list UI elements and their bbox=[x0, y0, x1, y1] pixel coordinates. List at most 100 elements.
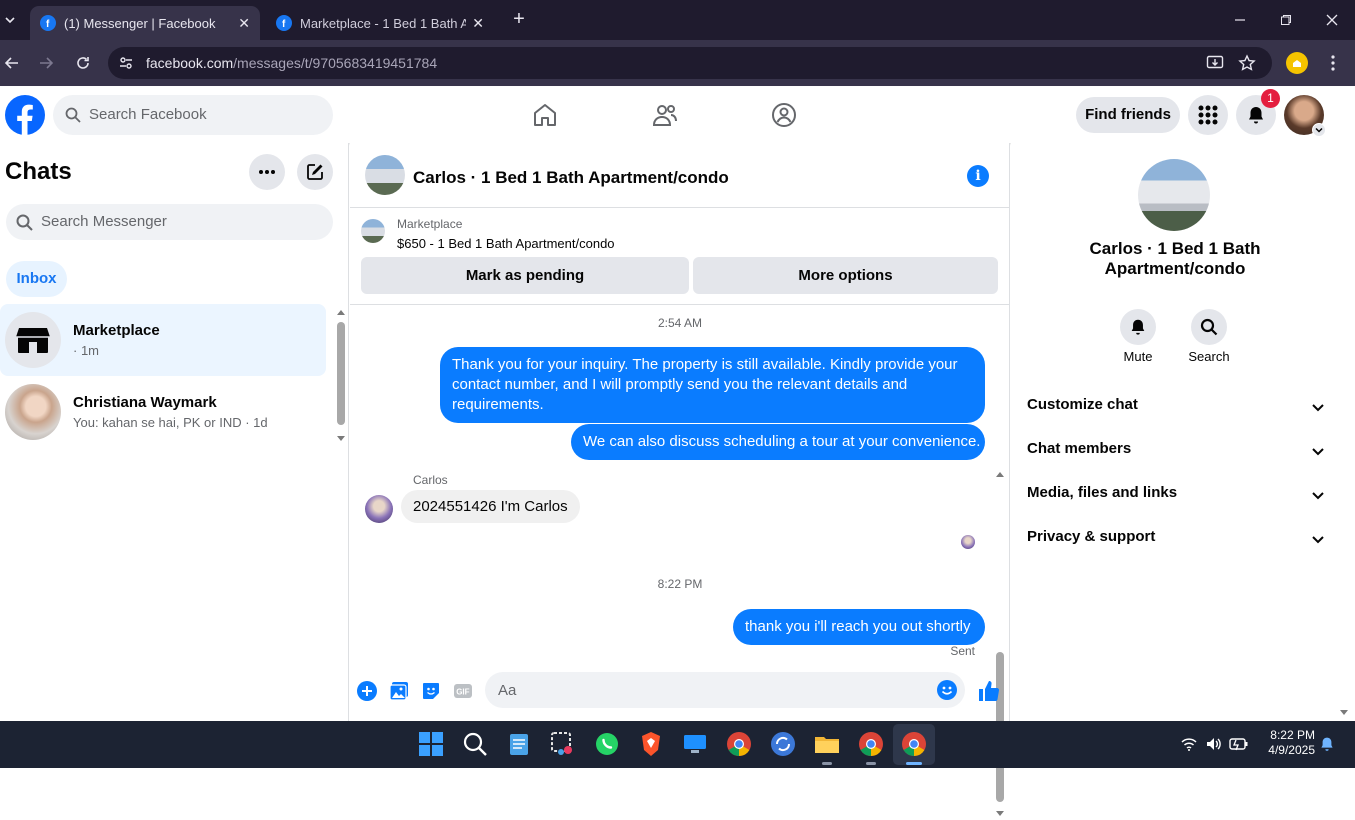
more-options-button[interactable]: More options bbox=[693, 257, 998, 294]
friends-icon[interactable] bbox=[651, 101, 679, 129]
messenger-search-input[interactable]: Search Messenger bbox=[6, 204, 333, 240]
outgoing-message[interactable]: thank you i'll reach you out shortly bbox=[733, 609, 985, 645]
message-input[interactable]: Aa bbox=[485, 672, 965, 708]
listing-large-avatar[interactable] bbox=[1138, 159, 1210, 231]
brave-browser-icon[interactable] bbox=[637, 730, 665, 758]
sticker-icon[interactable] bbox=[421, 681, 441, 701]
close-tab-icon[interactable]: ✕ bbox=[238, 15, 250, 32]
marketplace-store-icon bbox=[5, 312, 61, 368]
windows-start-icon[interactable] bbox=[417, 730, 445, 758]
chat-name: Marketplace bbox=[73, 322, 160, 339]
chat-item-christiana-waymark[interactable]: Christiana Waymark You: kahan se hai, PK… bbox=[0, 376, 326, 448]
listing-price-title[interactable]: $650 - 1 Bed 1 Bath Apartment/condo bbox=[397, 236, 615, 251]
browser-tab-marketplace[interactable]: f Marketplace - 1 Bed 1 Bath Apa ✕ bbox=[266, 6, 494, 40]
bookmark-star-icon[interactable] bbox=[1238, 54, 1256, 72]
site-settings-icon[interactable] bbox=[118, 55, 134, 71]
chrome-profile-icon[interactable] bbox=[857, 730, 885, 758]
like-thumbs-up-icon[interactable] bbox=[977, 679, 1001, 703]
new-message-button[interactable] bbox=[297, 154, 333, 190]
running-indicator bbox=[822, 762, 832, 765]
page-scrollbar-arrow[interactable] bbox=[1339, 693, 1349, 721]
find-friends-button[interactable]: Find friends bbox=[1076, 97, 1180, 133]
svg-text:f: f bbox=[46, 19, 50, 28]
chevron-down-icon bbox=[1311, 444, 1325, 458]
facebook-favicon-icon: f bbox=[40, 15, 56, 31]
chat-members-section[interactable]: Chat members bbox=[1027, 440, 1327, 468]
back-icon[interactable] bbox=[0, 51, 24, 75]
conversation-details-panel: Carlos · 1 Bed 1 Bath Apartment/condo Mu… bbox=[1011, 143, 1355, 721]
message-thread: 2:54 AM Thank you for your inquiry. The … bbox=[350, 305, 1010, 816]
incoming-message[interactable]: 2024551426 I'm Carlos bbox=[401, 490, 580, 523]
snipping-tool-icon[interactable] bbox=[549, 730, 577, 758]
restore-icon[interactable] bbox=[1276, 10, 1296, 30]
listing-thumbnail[interactable] bbox=[361, 219, 385, 243]
browser-menu-icon[interactable] bbox=[1321, 51, 1345, 75]
info-icon[interactable]: i bbox=[967, 165, 989, 187]
marketplace-listing-banner: Marketplace $650 - 1 Bed 1 Bath Apartmen… bbox=[350, 209, 1010, 305]
install-app-icon[interactable] bbox=[1206, 54, 1224, 72]
whatsapp-app-icon[interactable] bbox=[593, 730, 621, 758]
mark-as-pending-button[interactable]: Mark as pending bbox=[361, 257, 689, 294]
outgoing-message[interactable]: Thank you for your inquiry. The property… bbox=[440, 347, 985, 423]
listing-photo-avatar[interactable] bbox=[365, 155, 405, 195]
chat-preview: · 1m bbox=[73, 343, 99, 358]
taskbar-search-icon[interactable] bbox=[461, 730, 489, 758]
battery-icon[interactable] bbox=[1229, 737, 1249, 751]
tab-search-chevron-icon[interactable] bbox=[0, 8, 20, 32]
mute-label: Mute bbox=[1123, 349, 1153, 364]
search-icon bbox=[1191, 309, 1227, 345]
sync-app-icon[interactable] bbox=[769, 730, 797, 758]
search-icon bbox=[65, 107, 81, 123]
inbox-filter-tab[interactable]: Inbox bbox=[6, 261, 67, 297]
notepad-app-icon[interactable] bbox=[505, 730, 533, 758]
search-icon bbox=[16, 214, 33, 231]
address-bar[interactable]: facebook.com/messages/t/9705683419451784 bbox=[108, 47, 1272, 79]
seen-receipt-avatar bbox=[961, 535, 975, 549]
notification-center-icon[interactable] bbox=[1319, 736, 1335, 752]
remote-desktop-icon[interactable] bbox=[681, 730, 709, 758]
volume-icon[interactable] bbox=[1205, 736, 1223, 752]
groups-icon[interactable] bbox=[770, 101, 798, 129]
outgoing-message[interactable]: We can also discuss scheduling a tour at… bbox=[571, 424, 985, 460]
close-window-icon[interactable] bbox=[1322, 10, 1342, 30]
running-indicator bbox=[866, 762, 876, 765]
chrome-app-icon[interactable] bbox=[725, 730, 753, 758]
file-explorer-icon[interactable] bbox=[813, 730, 841, 758]
minimize-icon[interactable] bbox=[1230, 10, 1250, 30]
attach-photo-icon[interactable] bbox=[389, 681, 409, 701]
facebook-logo-icon[interactable] bbox=[5, 95, 45, 135]
home-icon[interactable] bbox=[531, 101, 559, 129]
wifi-icon[interactable] bbox=[1181, 737, 1197, 751]
gif-icon[interactable]: GIF bbox=[453, 681, 473, 701]
media-files-links-section[interactable]: Media, files and links bbox=[1027, 484, 1327, 512]
details-title: Carlos · 1 Bed 1 Bath Apartment/condo bbox=[1089, 239, 1261, 278]
new-tab-button[interactable]: + bbox=[508, 9, 530, 31]
running-indicator bbox=[906, 762, 922, 765]
chrome-active-icon[interactable] bbox=[900, 730, 928, 758]
system-clock[interactable]: 8:22 PM 4/9/2025 bbox=[1255, 728, 1315, 758]
privacy-support-section[interactable]: Privacy & support bbox=[1027, 528, 1327, 556]
marketplace-label: Marketplace bbox=[397, 217, 463, 231]
contact-avatar bbox=[5, 384, 61, 440]
chat-options-button[interactable] bbox=[249, 154, 285, 190]
chat-list-scrollbar[interactable] bbox=[336, 308, 346, 443]
emoji-icon[interactable] bbox=[937, 680, 957, 700]
sender-avatar[interactable] bbox=[365, 495, 393, 523]
profile-extension-icon[interactable] bbox=[1286, 52, 1308, 74]
facebook-search-input[interactable]: Search Facebook bbox=[53, 95, 333, 135]
close-tab-icon[interactable]: ✕ bbox=[472, 15, 484, 32]
browser-tab-messenger[interactable]: f (1) Messenger | Facebook ✕ bbox=[30, 6, 260, 40]
chat-preview: You: kahan se hai, PK or IND · 1d bbox=[73, 415, 268, 430]
scrollbar-thumb[interactable] bbox=[337, 322, 345, 425]
forward-icon[interactable] bbox=[34, 51, 58, 75]
plus-actions-icon[interactable] bbox=[357, 681, 377, 701]
account-avatar[interactable] bbox=[1284, 95, 1326, 137]
customize-chat-section[interactable]: Customize chat bbox=[1027, 396, 1327, 424]
reload-icon[interactable] bbox=[71, 51, 95, 75]
menu-grid-icon[interactable] bbox=[1188, 95, 1228, 135]
chat-item-marketplace[interactable]: Marketplace · 1m bbox=[0, 304, 326, 376]
mute-action[interactable]: Mute bbox=[1108, 309, 1168, 364]
search-action[interactable]: Search bbox=[1179, 309, 1239, 364]
message-composer: GIF Aa bbox=[350, 671, 1010, 711]
conversation-title[interactable]: Carlos · 1 Bed 1 Bath Apartment/condo bbox=[413, 168, 729, 188]
